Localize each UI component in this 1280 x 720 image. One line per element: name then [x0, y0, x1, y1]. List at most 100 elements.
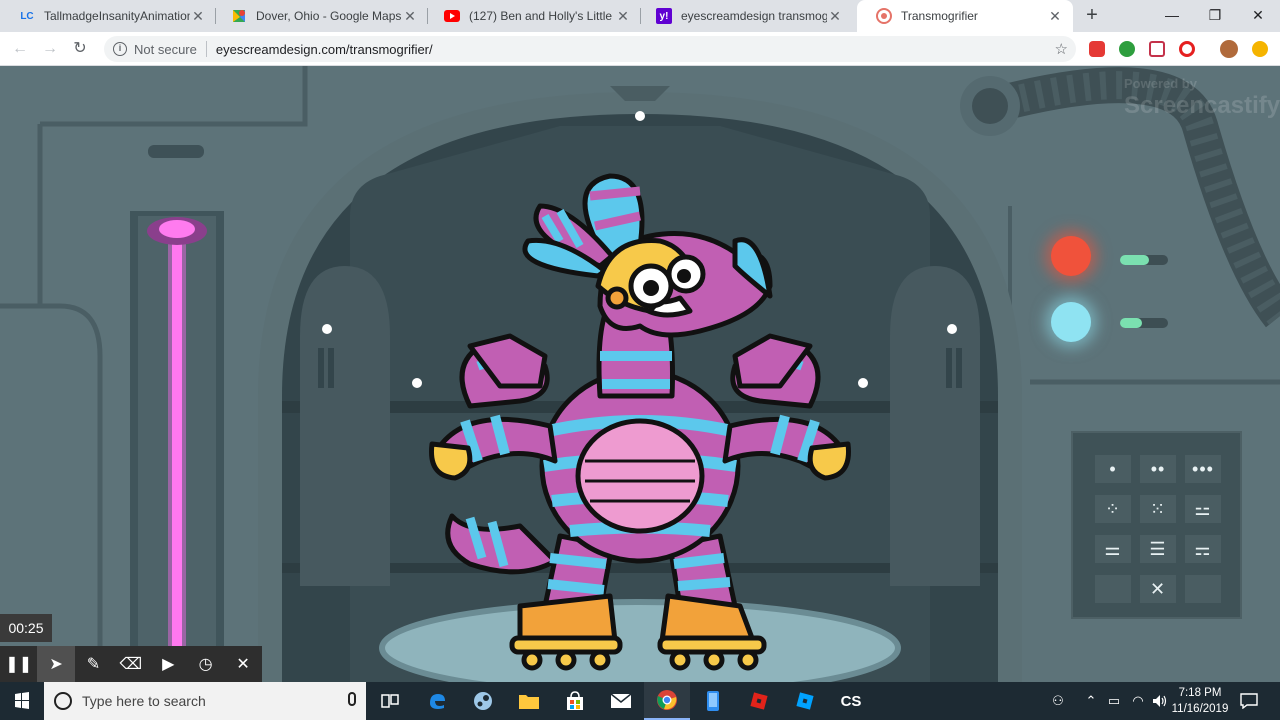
browser-tab-strip: LC TallmadgeInsanityAnimations ✕ Dover, … [0, 0, 1280, 32]
slider-fill [1120, 318, 1142, 328]
chrome-icon[interactable] [644, 682, 690, 720]
battery-icon[interactable]: ▭ [1104, 682, 1124, 720]
keypad-button-5[interactable]: ⁙ [1140, 495, 1176, 523]
forward-button[interactable]: → [39, 38, 61, 60]
task-view-icon[interactable] [367, 682, 413, 720]
notification-center-icon[interactable] [1236, 682, 1262, 720]
extension-yellow-icon[interactable] [1252, 41, 1268, 57]
store-icon[interactable] [552, 682, 598, 720]
mail-icon[interactable] [598, 682, 644, 720]
phone-app-icon[interactable] [690, 682, 736, 720]
info-icon[interactable]: i [113, 42, 127, 56]
address-bar[interactable]: i Not secure eyescreamdesign.com/transmo… [104, 36, 1076, 62]
close-tab-icon[interactable]: ✕ [190, 8, 206, 24]
windows-taskbar: Type here to search CS ⚇ ⌃ ▭ ◠ 7:18 PM 1… [0, 682, 1280, 720]
keypad-button-blank-left[interactable] [1095, 575, 1131, 603]
security-label: Not secure [134, 41, 197, 57]
pen-icon[interactable]: ✎ [75, 646, 112, 682]
taskbar-search-box[interactable]: Type here to search [44, 682, 366, 720]
keypad-button-2[interactable]: •• [1140, 455, 1176, 483]
roblox-icon[interactable] [736, 682, 782, 720]
start-button[interactable] [0, 682, 44, 720]
clock-date: 11/16/2019 [1171, 703, 1229, 715]
transmogrifier-keypad: • •• ••• ⁘ ⁙ ⚍ ⚌ ☰ ⚎ ✕ [1071, 431, 1242, 619]
bookmark-star-icon[interactable]: ☆ [1055, 40, 1068, 58]
steam-icon[interactable] [460, 682, 506, 720]
keypad-button-7[interactable]: ⚌ [1095, 535, 1131, 563]
eraser-icon[interactable]: ⌫ [112, 646, 149, 682]
microphone-icon[interactable] [348, 692, 356, 706]
edge-icon[interactable] [414, 682, 460, 720]
search-placeholder: Type here to search [82, 693, 206, 709]
screencastify-toolbar: ❚❚ ➤ ✎ ⌫ ▶ ◷ ✕ [0, 646, 262, 682]
people-icon[interactable]: ⚇ [1046, 682, 1070, 720]
extension-opera-icon[interactable] [1179, 41, 1195, 57]
red-indicator-slider[interactable] [1120, 255, 1168, 265]
close-tab-icon[interactable]: ✕ [615, 8, 631, 24]
keypad-button-8[interactable]: ☰ [1140, 535, 1176, 563]
keypad-button-6[interactable]: ⚍ [1185, 495, 1221, 523]
google-maps-icon [231, 8, 247, 24]
transmogrifier-icon [876, 8, 892, 24]
cs-app-icon[interactable]: CS [828, 682, 874, 720]
browser-toolbar: ← → ↻ i Not secure eyescreamdesign.com/t… [0, 32, 1280, 66]
show-hidden-icons-chevron[interactable]: ⌃ [1082, 682, 1100, 720]
clock-time: 7:18 PM [1178, 687, 1222, 699]
back-button[interactable]: ← [9, 38, 31, 60]
tab-title: TallmadgeInsanityAnimations [44, 9, 190, 23]
file-explorer-icon[interactable] [506, 682, 552, 720]
url-separator [205, 41, 207, 57]
timer-icon[interactable]: ◷ [187, 646, 224, 682]
close-tab-icon[interactable]: ✕ [827, 8, 843, 24]
minimize-button[interactable]: — [1150, 0, 1194, 30]
close-recorder-icon[interactable]: ✕ [224, 646, 261, 682]
extension-pocket-icon[interactable] [1149, 41, 1165, 57]
tab-title: Transmogrifier [901, 9, 978, 23]
tab-transmogrifier[interactable]: Transmogrifier ✕ [857, 0, 1073, 32]
close-tab-icon[interactable]: ✕ [402, 8, 418, 24]
extension-green-icon[interactable] [1119, 41, 1135, 57]
tab-yahoo-search[interactable]: y! eyescreamdesign transmogrifier ✕ [637, 0, 853, 32]
close-tab-icon[interactable]: ✕ [1047, 8, 1063, 24]
extension-red-icon[interactable] [1089, 41, 1105, 57]
keypad-button-9[interactable]: ⚎ [1185, 535, 1221, 563]
blue-indicator-light[interactable] [1051, 302, 1091, 342]
profile-avatar-icon[interactable] [1220, 40, 1238, 58]
screen: LC TallmadgeInsanityAnimations ✕ Dover, … [0, 0, 1280, 720]
red-indicator-light[interactable] [1051, 236, 1091, 276]
tab-title: (127) Ben and Holly's Little Kingdom [469, 9, 615, 23]
windows-logo-icon [15, 692, 29, 709]
keypad-button-3[interactable]: ••• [1185, 455, 1221, 483]
keypad-clear-button[interactable]: ✕ [1140, 575, 1176, 603]
yahoo-icon: y! [656, 8, 672, 24]
lc-icon: LC [20, 10, 34, 22]
watermark-prefix: Powered by [1124, 76, 1197, 91]
maximize-button[interactable]: ❐ [1193, 0, 1237, 30]
tab-google-maps[interactable]: Dover, Ohio - Google Maps ✕ [212, 0, 428, 32]
transmogrifier-game[interactable]: Powered by Screencastify • •• ••• ⁘ ⁙ ⚍ … [0, 66, 1280, 682]
recording-timer: 00:25 [0, 614, 52, 642]
blue-indicator-slider[interactable] [1120, 318, 1168, 328]
keypad-button-4[interactable]: ⁘ [1095, 495, 1131, 523]
cursor-icon[interactable]: ➤ [37, 646, 75, 682]
camera-icon[interactable]: ▶ [150, 646, 187, 682]
new-tab-button[interactable]: + [1080, 4, 1104, 28]
wall-vent [148, 145, 204, 158]
volume-icon[interactable] [1150, 682, 1170, 720]
tab-title: eyescreamdesign transmogrifier [681, 9, 827, 23]
watermark-brand: Screencastify [1124, 92, 1280, 119]
close-window-button[interactable]: ✕ [1236, 0, 1280, 30]
keypad-button-1[interactable]: • [1095, 455, 1131, 483]
slider-fill [1120, 255, 1149, 265]
reload-button[interactable]: ↻ [69, 38, 91, 60]
tab-title: Dover, Ohio - Google Maps [256, 9, 402, 23]
cortana-icon [54, 692, 72, 710]
pause-icon[interactable]: ❚❚ [0, 646, 37, 682]
tab-youtube[interactable]: (127) Ben and Holly's Little Kingdom ✕ [425, 0, 641, 32]
keypad-button-blank-right[interactable] [1185, 575, 1221, 603]
system-clock[interactable]: 7:18 PM 11/16/2019 [1170, 685, 1230, 717]
tab-tallmadge[interactable]: LC TallmadgeInsanityAnimations ✕ [0, 0, 216, 32]
wifi-icon[interactable]: ◠ [1128, 682, 1148, 720]
url-text[interactable]: eyescreamdesign.com/transmogrifier/ [216, 42, 433, 57]
roblox-studio-icon[interactable] [782, 682, 828, 720]
